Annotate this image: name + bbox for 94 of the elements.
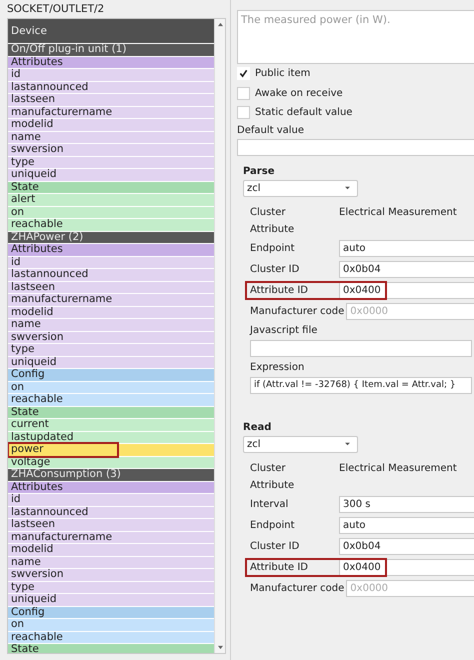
tree-item[interactable]: lastannounced [8, 506, 214, 519]
field-label: Expression [250, 360, 306, 374]
tree-item[interactable]: on [8, 382, 214, 394]
tree-item[interactable]: reachable [8, 632, 214, 644]
group-row[interactable]: State [8, 406, 214, 419]
tree-item[interactable]: manufacturername [8, 294, 214, 306]
group-row[interactable]: Config [8, 606, 214, 619]
checkbox-label: Static default value [255, 107, 352, 118]
tree-item[interactable]: lastseen [8, 519, 214, 532]
input-field[interactable]: if (Attr.val != -32768) { Item.val = Attr.val; } [250, 376, 472, 394]
tree-item[interactable]: uniqueid [8, 594, 214, 606]
checkbox[interactable] [237, 106, 250, 120]
field-label: Interval [250, 498, 290, 510]
section-title: Parse [243, 166, 276, 176]
input-field[interactable]: 0x0b04 [339, 260, 474, 278]
tree-item[interactable]: manufacturername [8, 106, 214, 119]
field-label: Manufacturer code [250, 582, 344, 594]
input-field[interactable]: 0x0b04 [339, 538, 474, 554]
cluster-row[interactable]: ZHAConsumption (3) [8, 469, 214, 482]
tree-item[interactable]: type [8, 344, 214, 356]
group-row[interactable]: Attributes [8, 244, 214, 256]
tree-item[interactable]: lastseen [8, 282, 214, 294]
group-row[interactable]: Config [8, 369, 214, 382]
field-label: Attribute ID [250, 562, 309, 572]
scroll-down-icon[interactable] [216, 645, 224, 650]
input-field[interactable]: 0x0000 [346, 580, 474, 596]
device-path-title: SOCKET/OUTLET/2 [7, 2, 106, 17]
caret-icon [344, 186, 351, 190]
tree-item[interactable]: swversion [8, 569, 214, 582]
tree-item[interactable]: lastseen [8, 94, 214, 106]
default-value-field[interactable] [237, 138, 474, 156]
checkbox[interactable] [237, 86, 250, 100]
input-field[interactable]: 0x0000 [346, 302, 474, 320]
scroll-up-icon[interactable] [216, 22, 224, 27]
tree-item[interactable]: lastannounced [8, 269, 214, 282]
tree-item[interactable]: power [8, 444, 214, 456]
tree-item[interactable]: id [8, 494, 214, 506]
tree-item[interactable]: modelid [8, 119, 214, 132]
cluster-row[interactable]: On/Off plug-in unit (1) [8, 44, 214, 56]
checkbox-label: Awake on receive [255, 88, 343, 99]
section-title: Read [243, 422, 272, 432]
tree-item[interactable]: id [8, 256, 214, 269]
row-label: Cluster [250, 463, 286, 474]
tree-item[interactable]: lastannounced [8, 82, 214, 94]
row-label: Attribute [250, 224, 296, 235]
group-row[interactable]: State [8, 644, 214, 653]
field-label: Endpoint [250, 520, 296, 530]
field-label: Javascript file [250, 324, 318, 338]
group-row[interactable]: Attributes [8, 482, 214, 494]
tree-item[interactable]: id [8, 69, 214, 82]
tree-item[interactable]: modelid [8, 306, 214, 319]
tree-item[interactable]: name [8, 319, 214, 332]
checkbox-label: Public item [255, 68, 310, 80]
tree-item[interactable]: type [8, 156, 214, 169]
caret-icon [344, 442, 351, 446]
tree-header: Device [8, 19, 214, 44]
group-row[interactable]: Attributes [8, 56, 214, 69]
dropdown[interactable]: zcl [243, 436, 358, 452]
input-field[interactable]: auto [339, 516, 474, 534]
tree-item[interactable]: uniqueid [8, 356, 214, 369]
tree-item[interactable]: name [8, 132, 214, 144]
input-field[interactable]: 0x0400 [339, 282, 474, 298]
default-value-label: Default value [237, 124, 306, 136]
scrollbar[interactable] [214, 19, 225, 653]
tree-item[interactable]: alert [8, 194, 214, 206]
row-label: Cluster [250, 207, 286, 218]
tree-item[interactable]: swversion [8, 144, 214, 156]
dropdown[interactable]: zcl [243, 180, 358, 196]
tree-item[interactable]: swversion [8, 332, 214, 344]
field-label: Manufacturer code [250, 306, 344, 316]
row-value: Electrical Measurement [339, 463, 457, 474]
field-label: Cluster ID [250, 264, 300, 274]
tree-item[interactable]: current [8, 419, 214, 432]
description-field[interactable]: The measured power (in W). [237, 10, 474, 64]
field-label: Attribute ID [250, 284, 309, 296]
input-field[interactable]: 0x0400 [339, 558, 474, 576]
tree-item[interactable]: reachable [8, 219, 214, 232]
tree-item[interactable]: type [8, 582, 214, 594]
field-label: Cluster ID [250, 540, 300, 552]
input-field[interactable] [250, 340, 472, 356]
tree-item[interactable]: modelid [8, 544, 214, 556]
tree-item[interactable]: on [8, 206, 214, 219]
input-field[interactable]: 300 s [339, 496, 474, 512]
tree-item[interactable]: reachable [8, 394, 214, 406]
tree-item[interactable]: on [8, 619, 214, 632]
input-field[interactable]: auto [339, 240, 474, 256]
tree-item[interactable]: name [8, 556, 214, 569]
field-label: Endpoint [250, 242, 296, 254]
group-row[interactable]: State [8, 182, 214, 194]
tree-item[interactable]: manufacturername [8, 532, 214, 544]
cluster-row[interactable]: ZHAPower (2) [8, 232, 214, 244]
row-label: Attribute [250, 480, 296, 491]
row-value: Electrical Measurement [339, 207, 457, 218]
tree-item[interactable]: uniqueid [8, 169, 214, 182]
